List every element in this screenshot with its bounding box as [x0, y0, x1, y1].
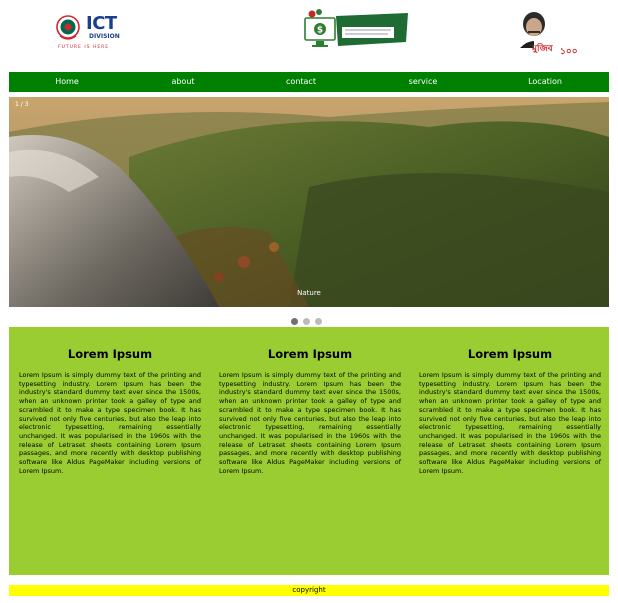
column-text: Lorem Ipsum is simply dummy text of the …: [19, 371, 201, 475]
mujib-100-logo[interactable]: মুজিব ১০০: [512, 8, 584, 60]
nav-item-about[interactable]: about: [155, 72, 211, 92]
column-title: Lorem Ipsum: [267, 347, 353, 361]
copyright-footer: copyright: [9, 585, 609, 596]
mujib-logo-year: ১০০: [560, 47, 578, 57]
nav-item-home[interactable]: Home: [39, 72, 95, 92]
svg-text:$: $: [317, 26, 323, 36]
main-navbar: Home about contact service Location: [9, 72, 609, 92]
image-slideshow[interactable]: 1 / 3 Nature: [9, 97, 609, 307]
ict-logo-text: ICT: [86, 13, 117, 34]
slide-counter: 1 / 3: [15, 101, 29, 108]
column-title: Lorem Ipsum: [467, 347, 553, 361]
ict-division-logo[interactable]: ICT DIVISION FUTURE IS HERE: [55, 12, 127, 54]
content-column: Lorem Ipsum Lorem Ipsum is simply dummy …: [419, 327, 601, 475]
column-text: Lorem Ipsum is simply dummy text of the …: [419, 371, 601, 475]
content-column: Lorem Ipsum Lorem Ipsum is simply dummy …: [19, 327, 201, 475]
content-section: Lorem Ipsum Lorem Ipsum is simply dummy …: [9, 327, 609, 575]
slide-dot-3[interactable]: [315, 318, 322, 325]
slide-caption: Nature: [297, 289, 321, 297]
nav-item-contact[interactable]: contact: [273, 72, 329, 92]
content-column: Lorem Ipsum Lorem Ipsum is simply dummy …: [219, 327, 401, 475]
nav-item-location[interactable]: Location: [517, 72, 573, 92]
site-header: ICT DIVISION FUTURE IS HERE $ মুজিব ১০০: [0, 0, 618, 66]
money-screen-icon: $: [304, 9, 408, 47]
digital-service-logo[interactable]: $: [302, 8, 408, 52]
column-text: Lorem Ipsum is simply dummy text of the …: [219, 371, 401, 475]
slide-dot-2[interactable]: [303, 318, 310, 325]
ict-logo-tagline: FUTURE IS HERE: [58, 45, 110, 50]
mujib-logo-text: মুজিব: [532, 44, 553, 54]
column-title: Lorem Ipsum: [67, 347, 153, 361]
nav-item-service[interactable]: service: [395, 72, 451, 92]
slide-dot-1[interactable]: [291, 318, 298, 325]
ict-logo-subtext: DIVISION: [89, 33, 120, 40]
nature-slide-image: [9, 97, 609, 307]
